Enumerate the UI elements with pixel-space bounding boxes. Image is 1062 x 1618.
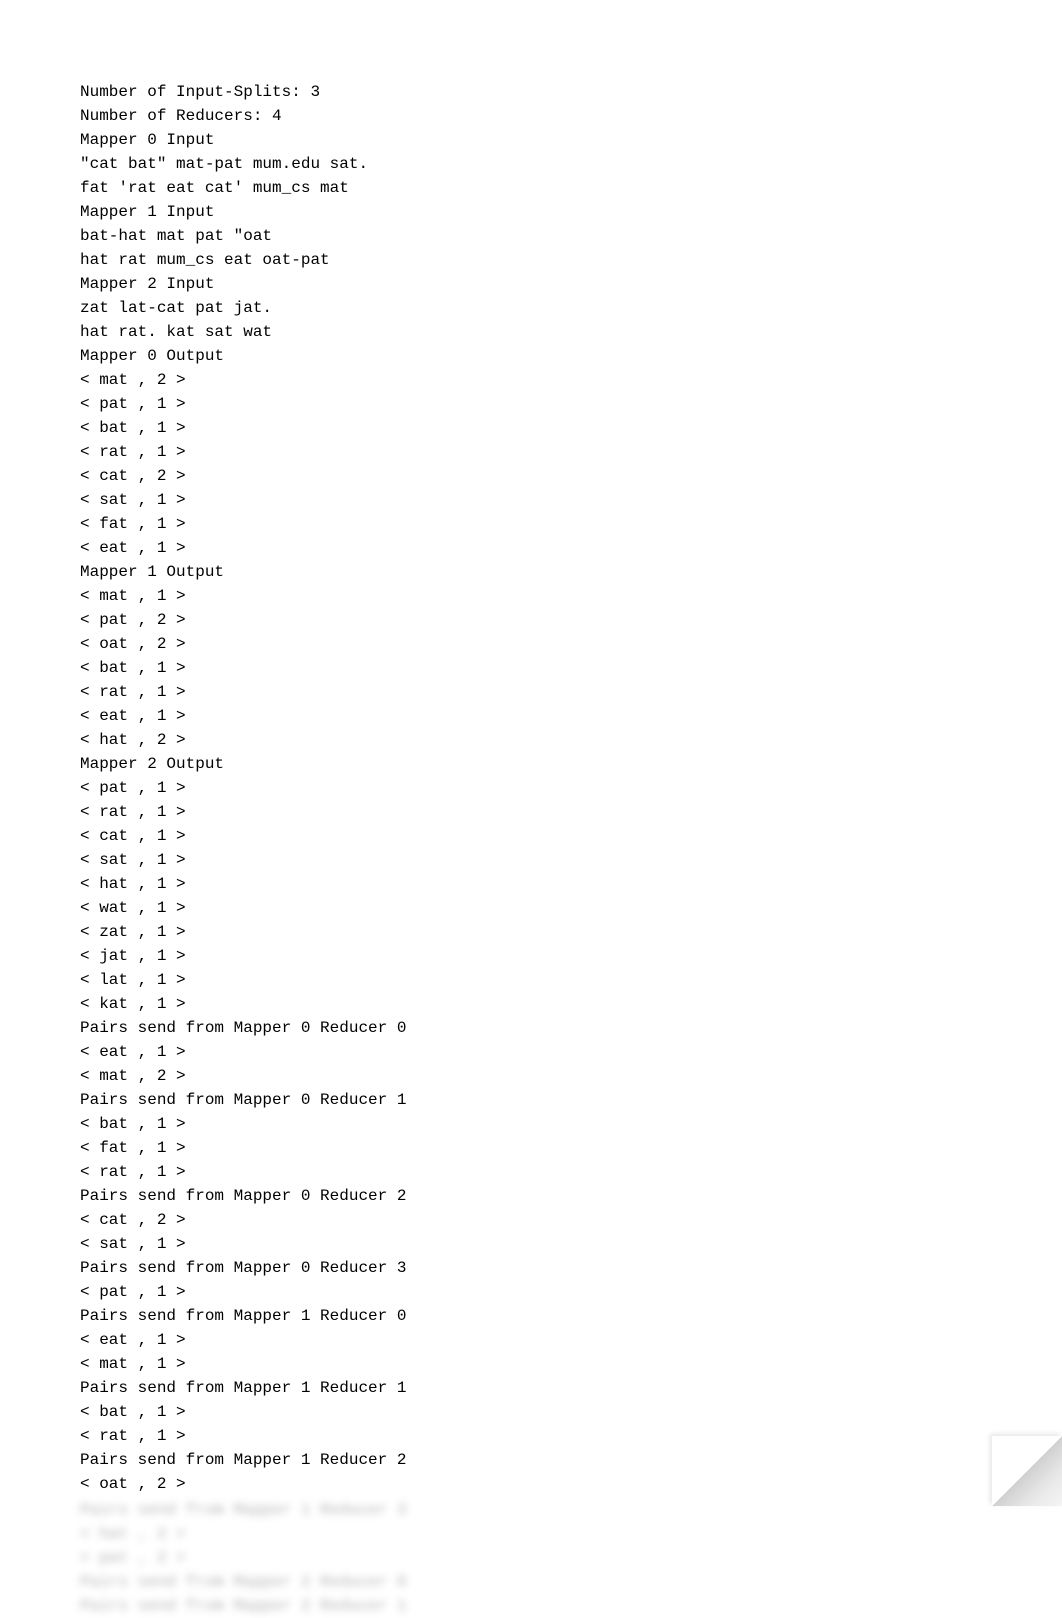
text-line: < pat , 2 > bbox=[80, 608, 1062, 632]
text-line: < oat , 2 > bbox=[80, 632, 1062, 656]
text-line: Mapper 1 Input bbox=[80, 200, 1062, 224]
text-line: Mapper 2 Output bbox=[80, 752, 1062, 776]
text-line: < hat , 2 > bbox=[80, 728, 1062, 752]
text-line: hat rat. kat sat wat bbox=[80, 320, 1062, 344]
text-line: < mat , 1 > bbox=[80, 1352, 1062, 1376]
text-line: < eat , 1 > bbox=[80, 704, 1062, 728]
text-line: Pairs send from Mapper 1 Reducer 2 bbox=[80, 1448, 1062, 1472]
text-line: < pat , 1 > bbox=[80, 776, 1062, 800]
text-line: bat-hat mat pat "oat bbox=[80, 224, 1062, 248]
text-line: < rat , 1 > bbox=[80, 1424, 1062, 1448]
text-line: < eat , 1 > bbox=[80, 1040, 1062, 1064]
document-content: Number of Input-Splits: 3Number of Reduc… bbox=[80, 80, 1062, 1496]
text-line: < fat , 1 > bbox=[80, 512, 1062, 536]
blurred-text-line: < pat , 2 > bbox=[80, 1546, 1062, 1570]
text-line: Pairs send from Mapper 0 Reducer 1 bbox=[80, 1088, 1062, 1112]
text-line: < cat , 1 > bbox=[80, 824, 1062, 848]
text-line: < hat , 1 > bbox=[80, 872, 1062, 896]
text-line: Mapper 0 Output bbox=[80, 344, 1062, 368]
text-line: Mapper 0 Input bbox=[80, 128, 1062, 152]
text-line: < kat , 1 > bbox=[80, 992, 1062, 1016]
text-line: Pairs send from Mapper 0 Reducer 2 bbox=[80, 1184, 1062, 1208]
page-curl-decoration bbox=[992, 1436, 1062, 1506]
text-line: Number of Reducers: 4 bbox=[80, 104, 1062, 128]
text-line: Pairs send from Mapper 1 Reducer 1 bbox=[80, 1376, 1062, 1400]
text-line: Mapper 1 Output bbox=[80, 560, 1062, 584]
text-line: < mat , 1 > bbox=[80, 584, 1062, 608]
blurred-text-line: Pairs send from Mapper 2 Reducer 1 bbox=[80, 1594, 1062, 1618]
text-line: < sat , 1 > bbox=[80, 848, 1062, 872]
text-line: < rat , 1 > bbox=[80, 1160, 1062, 1184]
text-line: < bat , 1 > bbox=[80, 1400, 1062, 1424]
text-line: < wat , 1 > bbox=[80, 896, 1062, 920]
text-line: Pairs send from Mapper 1 Reducer 0 bbox=[80, 1304, 1062, 1328]
text-line: < sat , 1 > bbox=[80, 1232, 1062, 1256]
text-line: Pairs send from Mapper 0 Reducer 3 bbox=[80, 1256, 1062, 1280]
text-line: < pat , 1 > bbox=[80, 1280, 1062, 1304]
text-line: < bat , 1 > bbox=[80, 416, 1062, 440]
text-line: < mat , 2 > bbox=[80, 368, 1062, 392]
blurred-text-line: Pairs send from Mapper 2 Reducer 0 bbox=[80, 1570, 1062, 1594]
text-line: < sat , 1 > bbox=[80, 488, 1062, 512]
blurred-preview: Pairs send from Mapper 1 Reducer 3< hat … bbox=[80, 1498, 1062, 1618]
text-line: Mapper 2 Input bbox=[80, 272, 1062, 296]
text-line: < cat , 2 > bbox=[80, 1208, 1062, 1232]
blurred-text-line: Pairs send from Mapper 1 Reducer 3 bbox=[80, 1498, 1062, 1522]
text-line: < bat , 1 > bbox=[80, 1112, 1062, 1136]
text-line: < eat , 1 > bbox=[80, 536, 1062, 560]
text-line: < jat , 1 > bbox=[80, 944, 1062, 968]
text-line: < pat , 1 > bbox=[80, 392, 1062, 416]
text-line: < bat , 1 > bbox=[80, 656, 1062, 680]
text-line: hat rat mum_cs eat oat-pat bbox=[80, 248, 1062, 272]
text-line: zat lat-cat pat jat. bbox=[80, 296, 1062, 320]
text-line: < rat , 1 > bbox=[80, 680, 1062, 704]
text-line: < oat , 2 > bbox=[80, 1472, 1062, 1496]
text-line: < lat , 1 > bbox=[80, 968, 1062, 992]
text-line: < mat , 2 > bbox=[80, 1064, 1062, 1088]
text-line: fat 'rat eat cat' mum_cs mat bbox=[80, 176, 1062, 200]
text-line: < fat , 1 > bbox=[80, 1136, 1062, 1160]
text-line: < cat , 2 > bbox=[80, 464, 1062, 488]
blurred-text-line: < hat , 2 > bbox=[80, 1522, 1062, 1546]
text-line: "cat bat" mat-pat mum.edu sat. bbox=[80, 152, 1062, 176]
text-line: < rat , 1 > bbox=[80, 440, 1062, 464]
text-line: < eat , 1 > bbox=[80, 1328, 1062, 1352]
text-line: < zat , 1 > bbox=[80, 920, 1062, 944]
text-line: Pairs send from Mapper 0 Reducer 0 bbox=[80, 1016, 1062, 1040]
text-line: Number of Input-Splits: 3 bbox=[80, 80, 1062, 104]
text-line: < rat , 1 > bbox=[80, 800, 1062, 824]
